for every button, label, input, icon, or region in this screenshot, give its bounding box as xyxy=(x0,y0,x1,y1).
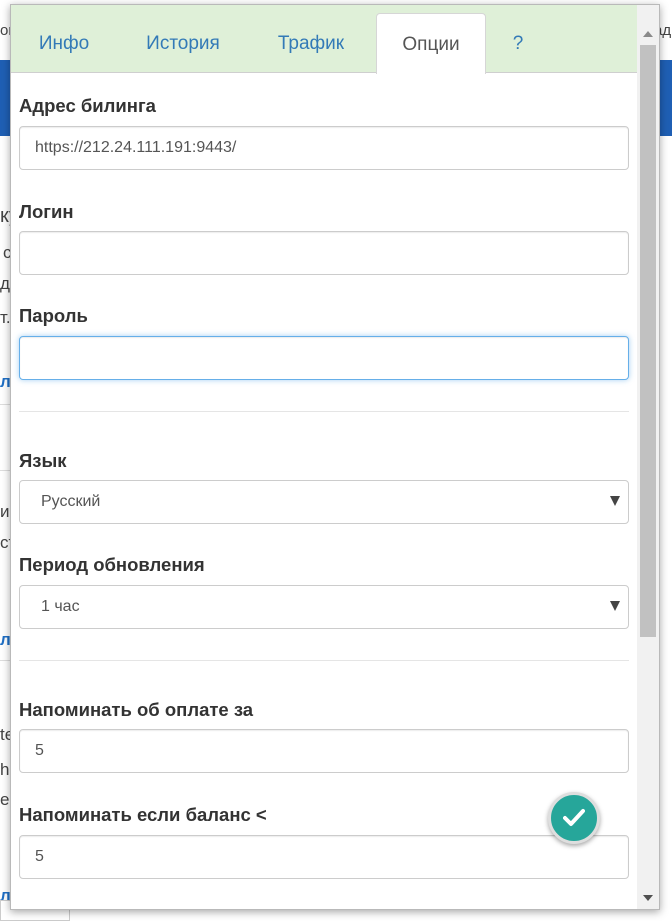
language-select-value: Русский xyxy=(41,493,101,510)
update-period-select-value: 1 час xyxy=(41,598,80,615)
save-button[interactable] xyxy=(548,792,600,844)
tab-help[interactable]: ? xyxy=(503,13,533,73)
options-form: Адрес билинга Логин Пароль Язык Русский … xyxy=(11,73,637,909)
section-divider xyxy=(19,411,629,412)
billing-address-input[interactable] xyxy=(19,126,629,170)
password-input[interactable] xyxy=(19,336,629,380)
background-text: h xyxy=(0,760,10,779)
remind-balance-label: Напоминать если баланс < xyxy=(19,804,267,825)
password-label: Пароль xyxy=(19,305,88,326)
chevron-down-icon xyxy=(610,496,620,506)
options-popup: Инфо История Трафик Опции ? Адрес билинг… xyxy=(10,4,660,910)
login-input[interactable] xyxy=(19,231,629,275)
check-icon xyxy=(563,809,585,826)
tab-options[interactable]: Опции xyxy=(376,13,486,74)
update-period-label: Период обновления xyxy=(19,554,205,575)
billing-address-label: Адрес билинга xyxy=(19,95,156,116)
remind-payment-input[interactable] xyxy=(19,729,629,773)
remind-balance-input[interactable] xyxy=(19,835,629,879)
vertical-scrollbar[interactable] xyxy=(637,5,659,909)
section-divider xyxy=(19,660,629,661)
background-divider xyxy=(0,470,10,471)
scrollbar-thumb[interactable] xyxy=(640,45,656,637)
tab-info[interactable]: Инфо xyxy=(19,13,109,73)
tab-history[interactable]: История xyxy=(129,13,237,73)
tab-bar: Инфо История Трафик Опции ? xyxy=(11,5,637,74)
remind-payment-label: Напоминать об оплате за xyxy=(19,699,254,720)
update-period-select[interactable]: 1 час xyxy=(19,585,629,629)
login-label: Логин xyxy=(19,201,74,222)
tab-traffic[interactable]: Трафик xyxy=(261,13,361,73)
language-label: Язык xyxy=(19,450,67,471)
arrow-up-icon[interactable] xyxy=(643,31,653,37)
chevron-down-icon xyxy=(610,601,620,611)
background-divider xyxy=(0,660,10,661)
arrow-down-icon[interactable] xyxy=(643,895,653,901)
background-divider xyxy=(0,404,10,405)
language-select[interactable]: Русский xyxy=(19,480,629,524)
